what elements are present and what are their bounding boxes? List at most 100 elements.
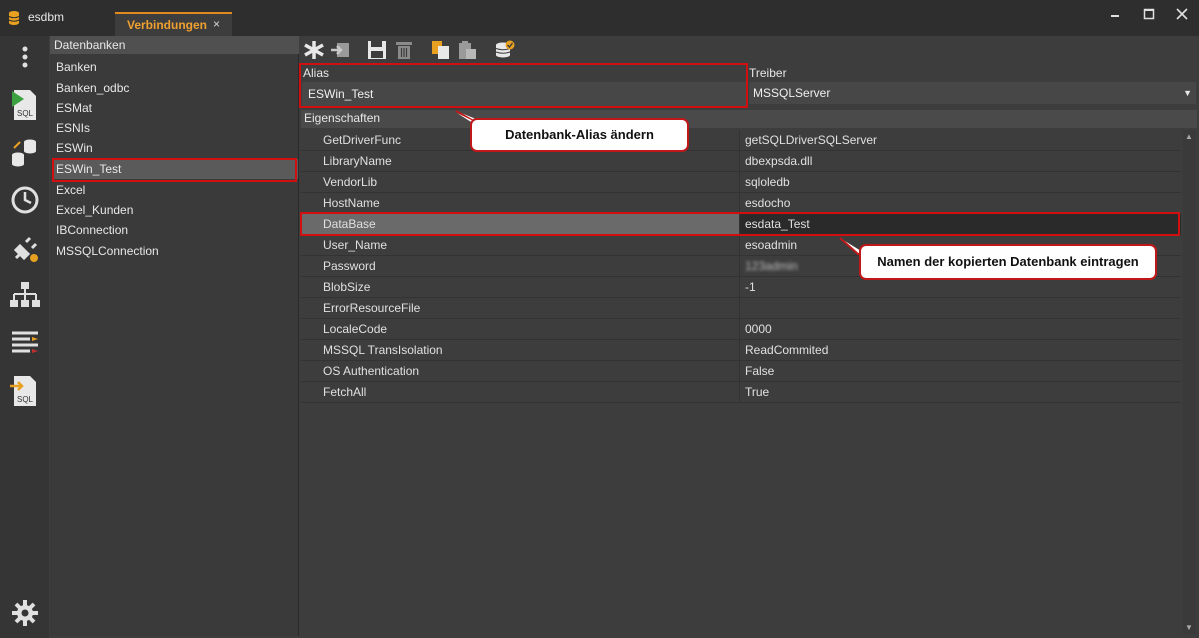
property-row[interactable]: VendorLib sqloledb	[301, 172, 1181, 193]
side-toolbar: SQL SQL	[0, 36, 49, 638]
title-bar: esdbm Verbindungen ×	[0, 0, 1199, 36]
property-name: DataBase	[323, 217, 376, 231]
column-divider	[739, 172, 740, 193]
list-item[interactable]: Excel_Kunden	[54, 200, 298, 220]
property-row[interactable]: GetDriverFunc getSQLDriverSQLServer	[301, 130, 1181, 151]
property-row[interactable]: ErrorResourceFile	[301, 298, 1181, 319]
column-divider	[739, 382, 740, 403]
property-row[interactable]: LibraryName dbexpsda.dll	[301, 151, 1181, 172]
property-value[interactable]: sqloledb	[745, 175, 790, 189]
paste-icon[interactable]	[456, 40, 478, 60]
property-name: LibraryName	[323, 154, 392, 168]
property-row[interactable]: MSSQL TransIsolation ReadCommited	[301, 340, 1181, 361]
callout-database: Namen der kopierten Datenbank eintragen	[859, 244, 1157, 280]
property-row[interactable]: FetchAll True	[301, 382, 1181, 403]
property-name: FetchAll	[323, 385, 367, 399]
column-divider	[739, 193, 740, 214]
chevron-down-icon[interactable]: ▼	[1183, 82, 1192, 104]
property-value[interactable]: getSQLDriverSQLServer	[745, 133, 877, 147]
tab-verbindungen[interactable]: Verbindungen ×	[115, 12, 232, 36]
column-divider	[739, 298, 740, 319]
delete-icon[interactable]	[393, 40, 415, 60]
scrollbar[interactable]: ▲ ▼	[1183, 130, 1196, 634]
minimize-icon[interactable]	[1105, 6, 1125, 22]
list-item[interactable]: MSSQLConnection	[54, 241, 298, 261]
property-name: MSSQL TransIsolation	[323, 343, 443, 357]
column-divider	[739, 151, 740, 172]
plugin-icon[interactable]	[8, 232, 42, 266]
window-close-icon[interactable]	[1172, 6, 1192, 22]
property-value[interactable]: esoadmin	[745, 238, 797, 252]
treiber-value: MSSQLServer	[753, 86, 831, 100]
property-value[interactable]: -1	[745, 280, 756, 294]
column-divider	[739, 235, 740, 256]
property-value[interactable]: 0000	[745, 322, 772, 336]
connections-panel: Datenbanken Banken Banken_odbc ESMat ESN…	[50, 36, 299, 636]
import-icon[interactable]	[329, 40, 351, 60]
property-row[interactable]: BlobSize -1	[301, 277, 1181, 298]
column-divider	[739, 340, 740, 361]
list-item[interactable]: Excel	[54, 180, 298, 200]
svg-text:SQL: SQL	[17, 109, 34, 118]
property-value[interactable]: esdocho	[745, 196, 790, 210]
scroll-up-icon[interactable]: ▲	[1185, 132, 1193, 141]
treiber-select[interactable]: MSSQLServer ▼	[749, 82, 1196, 104]
list-item[interactable]: ESWin	[54, 138, 298, 158]
save-icon[interactable]	[366, 40, 388, 60]
hierarchy-icon[interactable]	[8, 279, 42, 313]
property-name: OS Authentication	[323, 364, 420, 378]
column-divider	[739, 130, 740, 151]
app-title: esdbm	[28, 10, 65, 24]
property-name: ErrorResourceFile	[323, 301, 421, 315]
property-value[interactable]: True	[745, 385, 769, 399]
property-name: LocaleCode	[323, 322, 388, 336]
property-value[interactable]: False	[745, 364, 774, 378]
property-name: VendorLib	[323, 175, 378, 189]
list-item[interactable]: ESMat	[54, 98, 298, 118]
properties-header: Eigenschaften	[301, 110, 1197, 128]
property-value[interactable]: 123admin	[745, 259, 798, 273]
new-icon[interactable]	[303, 40, 325, 60]
property-name: Password	[323, 259, 376, 273]
property-name: BlobSize	[323, 280, 371, 294]
property-value[interactable]: esdata_Test	[745, 217, 810, 231]
settings-icon[interactable]	[8, 596, 42, 630]
list-item[interactable]: IBConnection	[54, 220, 298, 240]
properties-grid: GetDriverFunc getSQLDriverSQLServer Librar…	[301, 130, 1181, 634]
property-name: User_Name	[323, 238, 388, 252]
toolbar	[300, 36, 1199, 64]
property-row[interactable]: HostName esdocho	[301, 193, 1181, 214]
copy-icon[interactable]	[430, 40, 452, 60]
alias-input[interactable]	[302, 82, 746, 106]
property-row[interactable]: DataBase esdata_Test	[301, 214, 1181, 235]
property-row[interactable]: OS Authentication False	[301, 361, 1181, 382]
property-value[interactable]: ReadCommited	[745, 343, 828, 357]
list-item[interactable]: ESNIs	[54, 118, 298, 138]
database-icon	[8, 11, 20, 25]
list-item[interactable]: Banken	[54, 57, 298, 77]
property-name: GetDriverFunc	[323, 133, 402, 147]
close-icon[interactable]: ×	[213, 17, 220, 31]
column-divider	[739, 256, 740, 277]
sql-run-icon[interactable]: SQL	[8, 88, 42, 122]
maximize-icon[interactable]	[1139, 6, 1159, 22]
property-row[interactable]: LocaleCode 0000	[301, 319, 1181, 340]
column-divider	[739, 361, 740, 382]
treiber-label: Treiber	[749, 66, 787, 80]
property-value[interactable]: dbexpsda.dll	[745, 154, 812, 168]
scroll-down-icon[interactable]: ▼	[1185, 623, 1193, 632]
compare-icon[interactable]	[8, 326, 42, 360]
list-item-selected[interactable]: ESWin_Test	[54, 159, 298, 179]
sql-export-icon[interactable]: SQL	[8, 374, 42, 408]
property-name: HostName	[323, 196, 380, 210]
callout-alias: Datenbank-Alias ändern	[470, 118, 689, 152]
column-divider	[739, 319, 740, 340]
connections-header: Datenbanken	[50, 36, 299, 54]
db-check-icon[interactable]	[494, 40, 516, 60]
list-item[interactable]: Banken_odbc	[54, 78, 298, 98]
db-transfer-icon[interactable]	[8, 136, 42, 170]
alias-label: Alias	[303, 66, 330, 80]
tab-label: Verbindungen	[127, 18, 208, 32]
history-icon[interactable]	[8, 183, 42, 217]
more-icon[interactable]	[8, 41, 42, 75]
